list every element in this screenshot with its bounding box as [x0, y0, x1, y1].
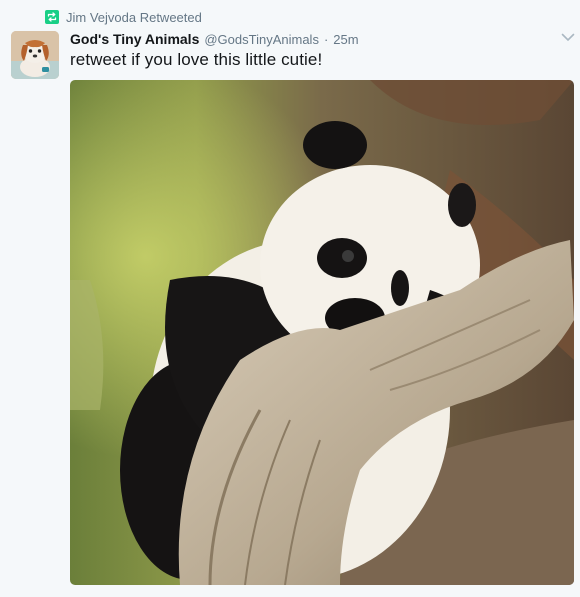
- tweet-photo[interactable]: [70, 80, 574, 585]
- separator-dot: ·: [323, 32, 329, 47]
- author-handle[interactable]: @GodsTinyAnimals: [204, 32, 319, 47]
- tweet-header: God's Tiny Animals @GodsTinyAnimals · 25…: [70, 31, 359, 49]
- retweet-icon: [45, 10, 59, 24]
- puppy-avatar-icon: [11, 31, 59, 79]
- timestamp[interactable]: 25m: [333, 32, 358, 47]
- retweeter-label[interactable]: Jim Vejvoda Retweeted: [66, 10, 202, 25]
- avatar[interactable]: [11, 31, 59, 79]
- tweet[interactable]: Jim Vejvoda Retweeted God's Tiny Animals…: [0, 0, 580, 597]
- retweet-context: Jim Vejvoda Retweeted: [45, 8, 202, 26]
- author-name[interactable]: God's Tiny Animals: [70, 31, 199, 47]
- chevron-down-icon: [561, 33, 575, 41]
- tweet-text: retweet if you love this little cutie!: [70, 50, 323, 69]
- panda-photo: [70, 80, 574, 585]
- more-options-button[interactable]: [560, 30, 576, 44]
